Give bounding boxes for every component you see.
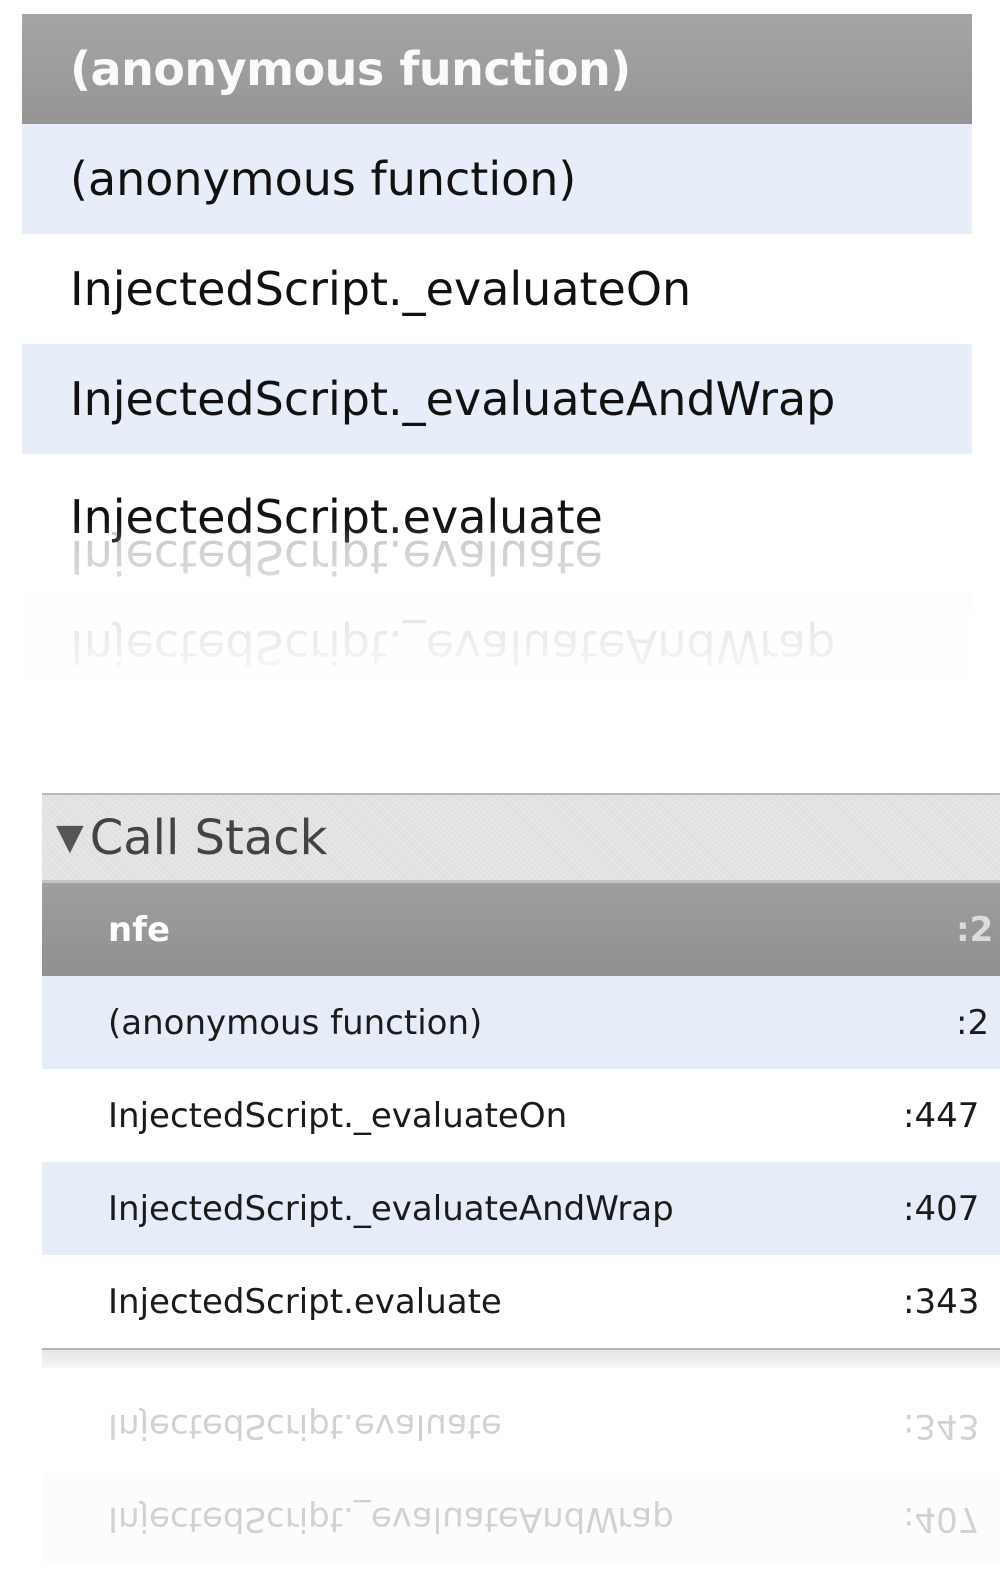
call-frame-label: (anonymous function) — [70, 152, 577, 206]
call-frame[interactable]: InjectedScript._evaluateAndWrap — [22, 344, 972, 454]
frame-function: nfe — [108, 909, 171, 950]
call-frame[interactable]: InjectedScript._evaluateOn — [22, 234, 972, 344]
call-frame[interactable]: InjectedScript._evaluateOn :447 — [42, 1069, 1000, 1162]
call-stack-title: Call Stack — [89, 809, 328, 866]
frame-line: :2 — [956, 1002, 990, 1043]
call-frame[interactable]: InjectedScript._evaluateAndWrap :407 — [42, 1162, 1000, 1255]
reflected-function: InjectedScript.evaluate — [108, 1406, 502, 1447]
frame-function: (anonymous function) — [108, 1002, 483, 1043]
call-frame-selected[interactable]: nfe :2 — [42, 883, 1000, 976]
reflected-line: :407 — [903, 1499, 980, 1540]
triangle-down-icon[interactable]: ▼ — [56, 817, 84, 858]
reflection-fade — [0, 520, 1000, 720]
reflected-function: InjectedScript._evaluateAndWrap — [108, 1499, 674, 1540]
reflected-line: :343 — [903, 1406, 980, 1447]
reflected-frame: InjectedScript.evaluate :343 — [42, 1380, 1000, 1473]
call-frame-label: InjectedScript._evaluateAndWrap — [70, 372, 836, 426]
frame-function: InjectedScript.evaluate — [108, 1281, 502, 1322]
call-frame-selected[interactable]: (anonymous function) — [22, 14, 972, 124]
call-frame[interactable]: InjectedScript.evaluate :343 — [42, 1255, 1000, 1348]
reflected-frame: InjectedScript._evaluateAndWrap :407 — [42, 1473, 1000, 1566]
frame-line: :343 — [903, 1281, 980, 1322]
call-frame[interactable]: (anonymous function) — [22, 124, 972, 234]
frame-line: :407 — [903, 1188, 980, 1229]
call-stack-header[interactable]: ▼ Call Stack — [42, 793, 1000, 883]
frame-line: :447 — [903, 1095, 980, 1136]
call-frame-label: InjectedScript._evaluateOn — [70, 262, 692, 316]
call-frame[interactable]: (anonymous function) :2 — [42, 976, 1000, 1069]
call-stack-panel: ▼ Call Stack nfe :2 (anonymous function)… — [42, 793, 1000, 1368]
call-frame-label: (anonymous function) — [70, 42, 631, 96]
frame-function: InjectedScript._evaluateOn — [108, 1095, 568, 1136]
frame-function: InjectedScript._evaluateAndWrap — [108, 1188, 674, 1229]
call-stack-reflection: InjectedScript._evaluateAndWrap :407 Inj… — [42, 1380, 1000, 1566]
zoomed-call-stack: (anonymous function) (anonymous function… — [22, 14, 972, 554]
frame-line: :2 — [956, 909, 994, 950]
panel-divider — [42, 1348, 1000, 1368]
